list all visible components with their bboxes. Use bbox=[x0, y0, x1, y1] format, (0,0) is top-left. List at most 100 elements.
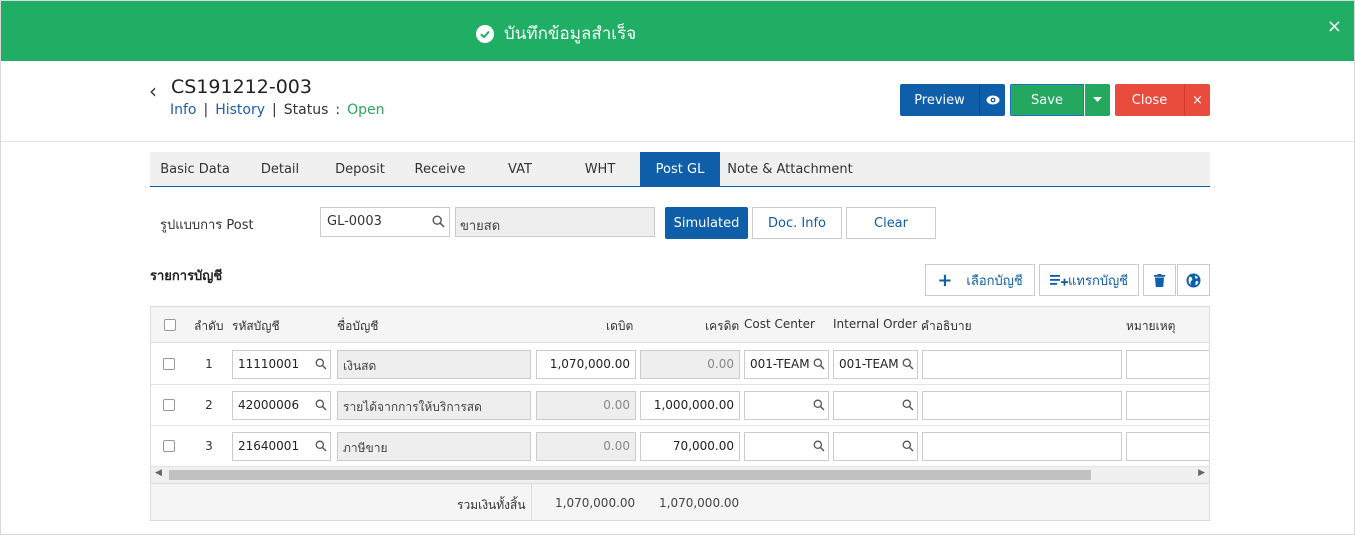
account-code-value: 11110001 bbox=[238, 357, 300, 371]
row-number: 1 bbox=[205, 357, 213, 371]
eye-icon[interactable] bbox=[979, 84, 1005, 116]
insert-account-button[interactable]: แทรกบัญชี bbox=[1039, 264, 1139, 296]
internal-order-value: 001-TEAM bbox=[839, 357, 899, 371]
grid-header: ลำดับ รหัสบัญชี ชื่อบัญชี เดบิต เครดิต C… bbox=[151, 307, 1209, 343]
cost-center-value: 001-TEAM bbox=[750, 357, 810, 371]
select-account-label: เลือกบัญชี bbox=[966, 273, 1023, 289]
remark-input[interactable] bbox=[1126, 432, 1209, 461]
close-x-icon[interactable]: × bbox=[1184, 84, 1210, 116]
header-cost-center: Cost Center bbox=[744, 317, 815, 331]
total-debit: 1,070,000.00 bbox=[555, 496, 636, 510]
row-checkbox[interactable] bbox=[163, 358, 175, 370]
description-input[interactable] bbox=[922, 350, 1122, 379]
account-code-input[interactable]: 21640001 bbox=[232, 432, 331, 461]
debit-input[interactable]: 1,070,000.00 bbox=[536, 350, 636, 379]
search-icon[interactable] bbox=[813, 358, 825, 370]
search-icon[interactable] bbox=[315, 440, 327, 452]
save-button[interactable]: Save bbox=[1010, 84, 1084, 116]
tab-wht[interactable]: WHT bbox=[560, 152, 640, 186]
plus-icon: + bbox=[937, 269, 953, 291]
section-title: รายการบัญชี bbox=[150, 269, 223, 284]
footer-divider bbox=[531, 484, 532, 520]
internal-order-input[interactable]: 001-TEAM bbox=[833, 350, 918, 379]
select-all-checkbox[interactable] bbox=[164, 319, 176, 331]
remark-input[interactable] bbox=[1126, 350, 1209, 379]
close-icon[interactable]: × bbox=[1327, 18, 1342, 36]
globe-icon[interactable] bbox=[1177, 264, 1210, 296]
internal-order-input[interactable] bbox=[833, 432, 918, 461]
account-name-field: เงินสด bbox=[337, 350, 531, 379]
header-account-name: ชื่อบัญชี bbox=[337, 319, 379, 333]
document-subnav: Info | History | Status : Open bbox=[170, 102, 385, 118]
scroll-right-icon[interactable]: ▶ bbox=[1198, 468, 1205, 478]
horizontal-scrollbar[interactable]: ◀ ▶ bbox=[151, 467, 1209, 483]
account-name-field: รายได้จากการให้บริการสด bbox=[337, 391, 531, 420]
scrollbar-thumb[interactable] bbox=[169, 470, 1091, 480]
search-icon[interactable] bbox=[315, 358, 327, 370]
cost-center-input[interactable]: 001-TEAM bbox=[744, 350, 829, 379]
tab-post-gl[interactable]: Post GL bbox=[640, 152, 720, 186]
account-code-value: 21640001 bbox=[238, 439, 300, 453]
cost-center-input[interactable] bbox=[744, 432, 829, 461]
post-format-input[interactable]: GL-0003 bbox=[320, 207, 450, 237]
scroll-left-icon[interactable]: ◀ bbox=[155, 468, 162, 478]
tab-bar: Basic Data Detail Deposit Receive VAT WH… bbox=[150, 152, 1210, 187]
total-credit: 1,070,000.00 bbox=[659, 496, 740, 510]
info-link[interactable]: Info bbox=[170, 102, 197, 118]
post-format-code: GL-0003 bbox=[327, 214, 382, 229]
doc-info-button[interactable]: Doc. Info bbox=[752, 207, 842, 239]
clear-button[interactable]: Clear bbox=[846, 207, 936, 239]
search-icon[interactable] bbox=[902, 399, 914, 411]
success-toast: บันทึกข้อมูลสำเร็จ × bbox=[1, 1, 1354, 61]
search-icon[interactable] bbox=[813, 399, 825, 411]
post-format-name: ขายสด bbox=[455, 207, 655, 237]
document-header: ‹ CS191212-003 Info | History | Status :… bbox=[1, 61, 1354, 142]
row-checkbox[interactable] bbox=[163, 440, 175, 452]
tab-note-attachment[interactable]: Note & Attachment bbox=[720, 152, 860, 186]
table-row: 3 21640001 ภาษีขาย 0.00 70,000.00 bbox=[151, 426, 1209, 467]
internal-order-input[interactable] bbox=[833, 391, 918, 420]
account-grid: ลำดับ รหัสบัญชี ชื่อบัญชี เดบิต เครดิต C… bbox=[150, 306, 1210, 521]
trash-icon[interactable] bbox=[1143, 264, 1176, 296]
row-checkbox[interactable] bbox=[163, 399, 175, 411]
tab-receive[interactable]: Receive bbox=[400, 152, 480, 186]
status-colon: : bbox=[335, 102, 341, 118]
simulated-button[interactable]: Simulated bbox=[665, 207, 748, 239]
post-format-label: รูปแบบการ Post bbox=[160, 218, 254, 233]
tab-detail[interactable]: Detail bbox=[240, 152, 320, 186]
close-button[interactable]: Close bbox=[1115, 84, 1184, 116]
history-link[interactable]: History bbox=[215, 102, 265, 118]
tab-vat[interactable]: VAT bbox=[480, 152, 560, 186]
header-account-code: รหัสบัญชี bbox=[232, 319, 280, 333]
search-icon[interactable] bbox=[902, 440, 914, 452]
remark-input[interactable] bbox=[1126, 391, 1209, 420]
credit-field: 0.00 bbox=[640, 350, 740, 379]
status-label: Status bbox=[283, 102, 329, 118]
header-credit: เครดิต bbox=[705, 319, 740, 333]
row-number: 3 bbox=[205, 439, 213, 453]
description-input[interactable] bbox=[922, 391, 1122, 420]
chevron-left-icon[interactable]: ‹ bbox=[149, 79, 157, 103]
search-icon[interactable] bbox=[813, 440, 825, 452]
account-code-value: 42000006 bbox=[238, 398, 300, 412]
tab-basic-data[interactable]: Basic Data bbox=[150, 152, 240, 186]
separator: | bbox=[203, 102, 209, 118]
account-code-input[interactable]: 11110001 bbox=[232, 350, 331, 379]
description-input[interactable] bbox=[922, 432, 1122, 461]
credit-input[interactable]: 70,000.00 bbox=[640, 432, 740, 461]
cost-center-input[interactable] bbox=[744, 391, 829, 420]
row-number: 2 bbox=[205, 398, 213, 412]
preview-button[interactable]: Preview bbox=[900, 84, 979, 116]
search-icon[interactable] bbox=[432, 215, 445, 228]
account-code-input[interactable]: 42000006 bbox=[232, 391, 331, 420]
tab-deposit[interactable]: Deposit bbox=[320, 152, 400, 186]
search-icon[interactable] bbox=[315, 399, 327, 411]
debit-field: 0.00 bbox=[536, 391, 636, 420]
insert-account-label: แทรกบัญชี bbox=[1068, 273, 1128, 289]
toast-content: บันทึกข้อมูลสำเร็จ bbox=[476, 20, 636, 47]
table-row: 1 11110001 เงินสด 1,070,000.00 0.00 001-… bbox=[151, 344, 1209, 385]
search-icon[interactable] bbox=[902, 358, 914, 370]
credit-input[interactable]: 1,000,000.00 bbox=[640, 391, 740, 420]
select-account-button[interactable]: + เลือกบัญชี bbox=[925, 264, 1035, 296]
chevron-down-icon[interactable] bbox=[1085, 84, 1110, 116]
